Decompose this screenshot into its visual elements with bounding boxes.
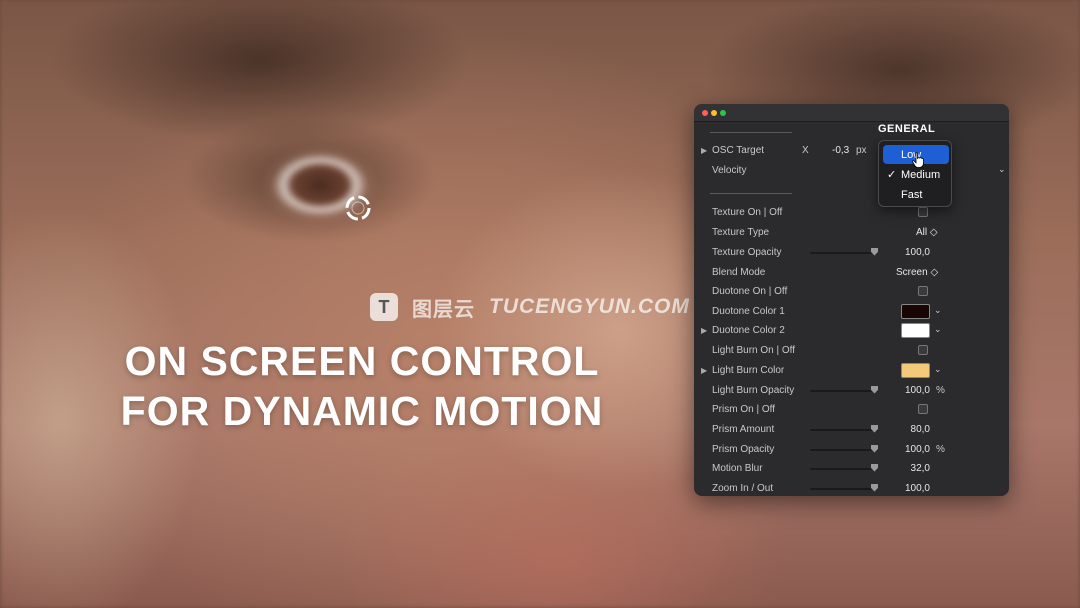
row-blend-mode: Blend Mode Screen ◇ — [694, 264, 1009, 282]
texture-opacity-slider[interactable] — [810, 252, 878, 254]
target-reticle-icon[interactable] — [343, 193, 373, 223]
minimize-window-icon[interactable] — [711, 110, 717, 116]
row-motion-blur: Motion Blur 32,0 — [694, 460, 1009, 478]
light-burn-opacity-slider[interactable] — [810, 390, 878, 392]
checkmark-icon: ✓ — [887, 169, 897, 181]
slider-knob-icon[interactable] — [870, 247, 879, 256]
osc-x-unit: px — [856, 145, 867, 156]
duotone-on-checkbox[interactable] — [918, 286, 928, 296]
motion-blur-label: Motion Blur — [712, 463, 763, 474]
chevron-down-icon[interactable]: ⌄ — [998, 164, 1006, 175]
watermark-logo-icon: T — [370, 293, 398, 321]
texture-type-popup[interactable]: All ◇ — [916, 227, 938, 238]
disclosure-triangle-icon[interactable]: ▶ — [701, 326, 707, 335]
duotone-color-1-label: Duotone Color 1 — [712, 306, 785, 317]
texture-opacity-label: Texture Opacity — [712, 247, 782, 258]
osc-x-label: X — [802, 145, 809, 156]
light-burn-color-label: Light Burn Color — [712, 365, 785, 376]
zoom-slider[interactable] — [810, 488, 878, 490]
row-texture-type: Texture Type All ◇ — [694, 224, 1009, 242]
osc-x-value[interactable]: -0,3 — [832, 145, 849, 156]
slider-knob-icon[interactable] — [870, 463, 879, 472]
velocity-label: Velocity — [712, 165, 747, 176]
prism-amount-value[interactable]: 80,0 — [890, 424, 930, 435]
texture-on-label: Texture On | Off — [712, 207, 783, 218]
light-burn-on-checkbox[interactable] — [918, 345, 928, 355]
row-prism-opacity: Prism Opacity 100,0 % — [694, 441, 1009, 459]
divider — [710, 193, 792, 194]
zoom-window-icon[interactable] — [720, 110, 726, 116]
velocity-dropdown-menu: Low ✓ Medium Fast — [878, 140, 952, 207]
row-texture-on: Texture On | Off — [694, 204, 1009, 222]
duotone-color-2-swatch[interactable] — [901, 323, 930, 338]
slider-knob-icon[interactable] — [870, 483, 879, 492]
headline-line-2: FOR DYNAMIC MOTION — [120, 388, 604, 434]
watermark-en-text: TUCENGYUN.COM — [489, 295, 690, 318]
slider-knob-icon[interactable] — [870, 385, 879, 394]
row-light-burn-color: ▶ Light Burn Color ⌄ — [694, 362, 1009, 380]
texture-type-label: Texture Type — [712, 227, 770, 238]
row-light-burn-on: Light Burn On | Off — [694, 342, 1009, 360]
menu-item-label: Medium — [901, 169, 941, 181]
texture-on-checkbox[interactable] — [918, 207, 928, 217]
duotone-on-label: Duotone On | Off — [712, 286, 788, 297]
texture-opacity-value[interactable]: 100,0 — [890, 247, 930, 258]
slider-knob-icon[interactable] — [870, 444, 879, 453]
row-duotone-color-2: ▶ Duotone Color 2 ⌄ — [694, 322, 1009, 340]
row-light-burn-opacity: Light Burn Opacity 100,0 % — [694, 382, 1009, 400]
light-burn-opacity-value[interactable]: 100,0 — [890, 385, 930, 396]
motion-blur-slider[interactable] — [810, 468, 878, 470]
osc-target-label: OSC Target — [712, 145, 765, 156]
headline: ON SCREEN CONTROL FOR DYNAMIC MOTION — [62, 336, 662, 436]
prism-amount-label: Prism Amount — [712, 424, 775, 435]
watermark: T 图层云 TUCENGYUN.COM — [370, 291, 690, 323]
menu-item-fast[interactable]: Fast — [883, 185, 949, 204]
chevron-down-icon[interactable]: ⌄ — [934, 324, 942, 335]
chevron-down-icon[interactable]: ⌄ — [934, 305, 942, 316]
disclosure-triangle-icon[interactable]: ▶ — [701, 146, 707, 155]
row-duotone-on: Duotone On | Off — [694, 283, 1009, 301]
prism-opacity-value[interactable]: 100,0 — [890, 444, 930, 455]
row-velocity: Velocity ⌄ — [694, 162, 1009, 180]
divider — [710, 132, 792, 133]
zoom-value[interactable]: 100,0 — [890, 483, 930, 494]
light-burn-on-label: Light Burn On | Off — [712, 345, 796, 356]
blend-mode-popup[interactable]: Screen ◇ — [896, 267, 938, 278]
light-burn-opacity-label: Light Burn Opacity — [712, 385, 795, 396]
chevron-down-icon[interactable]: ⌄ — [934, 364, 942, 375]
prism-opacity-unit: % — [936, 444, 945, 455]
disclosure-triangle-icon[interactable]: ▶ — [701, 366, 707, 375]
row-osc-target: ▶ OSC Target X -0,3 px — [694, 142, 1009, 160]
blend-mode-label: Blend Mode — [712, 267, 766, 278]
row-prism-on: Prism On | Off — [694, 401, 1009, 419]
menu-item-label: Fast — [901, 189, 923, 201]
zoom-label: Zoom In / Out — [712, 483, 774, 494]
section-title: GENERAL — [878, 123, 936, 135]
prism-on-checkbox[interactable] — [918, 404, 928, 414]
row-duotone-color-1: Duotone Color 1 ⌄ — [694, 303, 1009, 321]
row-texture-opacity: Texture Opacity 100,0 — [694, 244, 1009, 262]
row-prism-amount: Prism Amount 80,0 — [694, 421, 1009, 439]
motion-blur-value[interactable]: 32,0 — [890, 463, 930, 474]
watermark-cn-text: 图层云 — [412, 298, 475, 321]
prism-on-label: Prism On | Off — [712, 404, 775, 415]
slider-knob-icon[interactable] — [870, 424, 879, 433]
panel-titlebar — [694, 104, 1009, 122]
close-window-icon[interactable] — [702, 110, 708, 116]
light-burn-opacity-unit: % — [936, 385, 945, 396]
row-zoom: Zoom In / Out 100,0 — [694, 480, 1009, 496]
eye-region — [225, 140, 435, 230]
prism-opacity-slider[interactable] — [810, 449, 878, 451]
duotone-color-1-swatch[interactable] — [901, 304, 930, 319]
headline-line-1: ON SCREEN CONTROL — [124, 338, 600, 384]
prism-opacity-label: Prism Opacity — [712, 444, 775, 455]
light-burn-color-swatch[interactable] — [901, 363, 930, 378]
pointer-hand-icon — [912, 152, 924, 168]
prism-amount-slider[interactable] — [810, 429, 878, 431]
inspector-panel: GENERAL ▶ OSC Target X -0,3 px Velocity … — [694, 104, 1009, 496]
duotone-color-2-label: Duotone Color 2 — [712, 325, 785, 336]
